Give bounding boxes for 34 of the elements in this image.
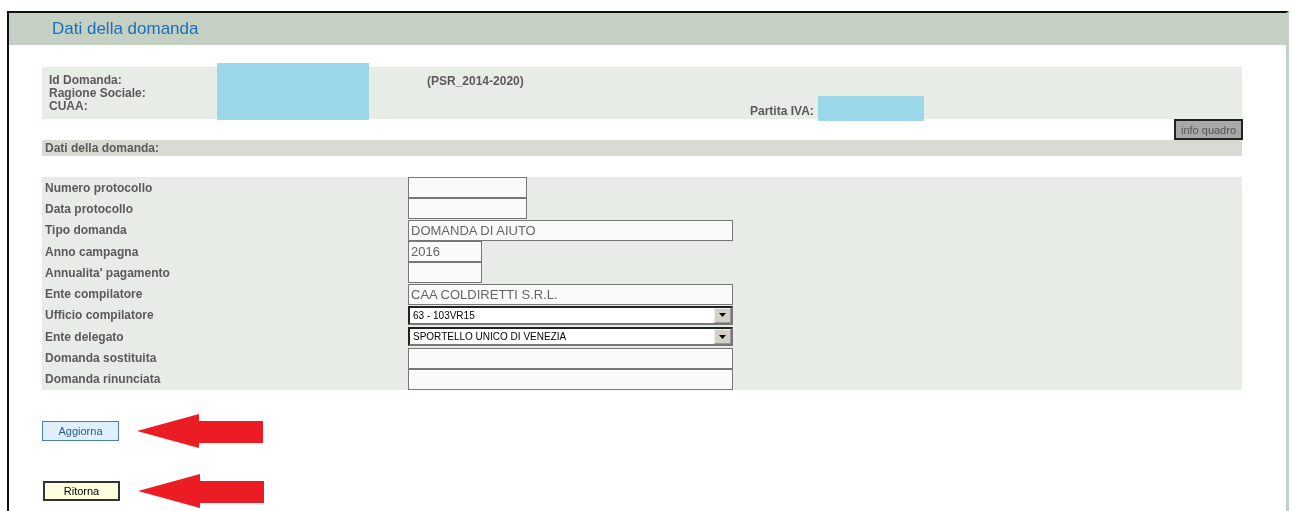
dropdown-field[interactable]: SPORTELLO UNICO DI VENEZIA: [408, 327, 733, 347]
arrow-icon: [138, 473, 266, 509]
field-label: Id Domanda:: [49, 74, 123, 87]
info-button[interactable]: info quadro: [1174, 119, 1243, 140]
page-title: Dati della domanda: [52, 19, 199, 39]
dropdown-arrow-icon: [719, 313, 726, 318]
field-label: Ragione Sociale:: [49, 87, 146, 100]
field-label: Ente compilatore: [44, 287, 144, 302]
program-label: (PSR_2014-2020): [427, 74, 524, 88]
input-field[interactable]: CAA COLDIRETTI S.R.L.: [408, 283, 733, 305]
field-label: Anno campagna: [44, 244, 140, 259]
field-label: Partita IVA:: [750, 104, 814, 118]
input-field[interactable]: [408, 368, 733, 390]
dropdown-field[interactable]: 63 - 103VR15: [408, 305, 733, 325]
dropdown-arrow-icon: [719, 334, 726, 339]
input-field[interactable]: [408, 198, 527, 220]
field-label: Numero protocollo: [44, 180, 154, 195]
field-label: Annualita' pagamento: [44, 265, 171, 280]
field-label: Data protocollo: [44, 201, 134, 216]
arrow-icon: [137, 413, 265, 449]
field-label: Ente delegato: [44, 329, 125, 344]
section-title: Dati della domanda:: [44, 141, 160, 155]
back-button[interactable]: Ritorna: [43, 481, 120, 501]
input-field[interactable]: [408, 177, 527, 199]
field-label: CUAA:: [49, 100, 88, 113]
update-button[interactable]: Aggiorna: [42, 421, 119, 441]
field-label: Domanda sostituita: [44, 351, 158, 365]
field-label: Tipo domanda: [44, 223, 128, 238]
input-field[interactable]: DOMANDA DI AIUTO: [408, 219, 733, 241]
input-field[interactable]: [408, 347, 733, 369]
input-field[interactable]: [408, 262, 482, 284]
field-label: Ufficio compilatore: [44, 308, 155, 323]
input-field[interactable]: 2016: [408, 241, 482, 263]
field-label: Domanda rinunciata: [44, 372, 162, 387]
